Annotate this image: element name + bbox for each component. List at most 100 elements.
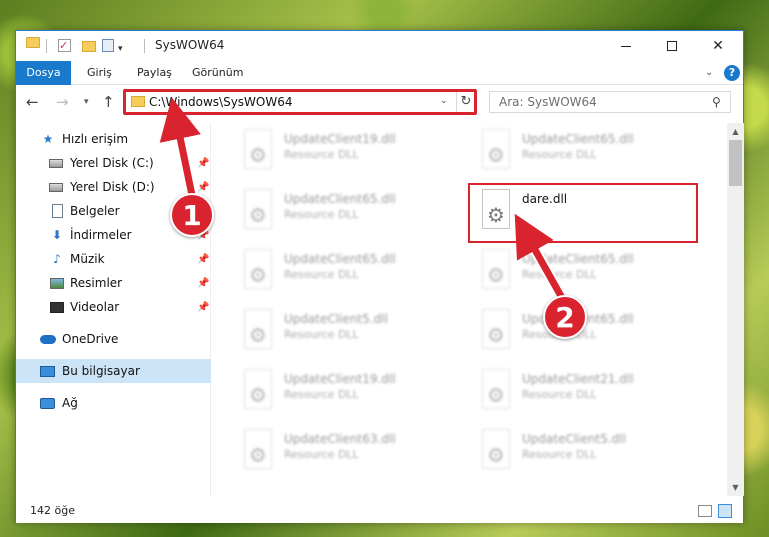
tab-home[interactable]: Giriş xyxy=(79,61,120,85)
file-list: ⚙ UpdateClient19.dll Resource DLL ⚙ Upda… xyxy=(212,123,727,496)
minimize-icon xyxy=(621,45,631,47)
sidebar-item-label: Hızlı erişim xyxy=(62,132,129,146)
sidebar-item-this-pc[interactable]: Bu bilgisayar xyxy=(16,359,211,383)
scroll-thumb[interactable] xyxy=(729,140,742,186)
sidebar-item-label: Yerel Disk (C:) xyxy=(70,156,154,170)
file-item[interactable]: ⚙ UpdateClient65.dll Resource DLL xyxy=(240,189,470,249)
sidebar-item-onedrive[interactable]: OneDrive xyxy=(16,327,211,351)
dll-file-icon: ⚙ xyxy=(240,129,274,171)
search-input[interactable]: Ara: SysWOW64 ⚲ xyxy=(489,91,731,113)
dll-file-icon: ⚙ xyxy=(478,249,512,291)
sidebar-item-label: Bu bilgisayar xyxy=(62,364,140,378)
ribbon-tabs: Dosya Giriş Paylaş Görünüm ⌄ ? xyxy=(16,61,743,85)
pin-icon[interactable]: 📌 xyxy=(197,158,209,169)
title-separator xyxy=(144,39,145,53)
new-folder-icon[interactable] xyxy=(82,41,96,52)
tab-view[interactable]: Görünüm xyxy=(184,61,251,85)
properties-check-icon[interactable]: ✓ xyxy=(58,39,71,52)
sidebar-item-videos[interactable]: Videolar 📌 xyxy=(16,295,211,319)
sidebar-item-label: Müzik xyxy=(70,252,105,266)
documents-icon xyxy=(52,204,63,218)
pin-icon[interactable]: 📌 xyxy=(197,254,209,265)
vertical-scrollbar[interactable]: ▲ ▼ xyxy=(727,123,744,496)
file-name: UpdateClient65.dll xyxy=(284,192,396,206)
up-arrow-icon[interactable]: ↑ xyxy=(102,93,115,111)
minimize-button[interactable] xyxy=(603,31,649,61)
expand-ribbon-chevron-icon[interactable]: ⌄ xyxy=(705,67,713,78)
file-type: Resource DLL xyxy=(284,208,359,221)
file-item[interactable]: ⚙ UpdateClient65.dll Resource DLL xyxy=(478,129,708,189)
file-item[interactable]: ⚙ UpdateClient65.dll Resource DLL xyxy=(240,249,470,309)
tab-file[interactable]: Dosya xyxy=(16,61,71,85)
file-name: UpdateClient19.dll xyxy=(284,372,396,386)
sidebar-item-local-disk-c[interactable]: Yerel Disk (C:) 📌 xyxy=(16,151,211,175)
help-icon[interactable]: ? xyxy=(724,65,740,81)
sidebar-item-music[interactable]: ♪ Müzik 📌 xyxy=(16,247,211,271)
file-type: Resource DLL xyxy=(284,268,359,281)
sidebar-item-label: Belgeler xyxy=(70,204,120,218)
maximize-button[interactable] xyxy=(649,31,695,61)
file-type: Resource DLL xyxy=(284,448,359,461)
properties-icon[interactable] xyxy=(102,39,114,52)
sidebar-item-pictures[interactable]: Resimler 📌 xyxy=(16,271,211,295)
item-count: 142 öğe xyxy=(30,504,75,517)
file-name: UpdateClient21.dll xyxy=(522,372,634,386)
tab-share[interactable]: Paylaş xyxy=(129,61,180,85)
dll-file-icon: ⚙ xyxy=(478,369,512,411)
quick-access-separator xyxy=(46,39,47,53)
file-item[interactable]: ⚙ UpdateClient19.dll Resource DLL xyxy=(240,129,470,189)
sidebar-item-quick-access[interactable]: ★ Hızlı erişim xyxy=(16,127,211,151)
music-icon: ♪ xyxy=(53,252,61,266)
sidebar-item-network[interactable]: Ağ xyxy=(16,391,211,415)
dll-file-icon: ⚙ xyxy=(240,249,274,291)
customize-toolbar-chevron-icon[interactable]: ▾ xyxy=(118,40,123,58)
file-type: Resource DLL xyxy=(284,328,359,341)
file-name: UpdateClient65.dll xyxy=(284,252,396,266)
file-name: UpdateClient63.dll xyxy=(284,432,396,446)
scroll-down-arrow-icon[interactable]: ▼ xyxy=(727,479,744,496)
dll-file-icon: ⚙ xyxy=(240,189,274,231)
recent-locations-chevron-icon[interactable]: ▾ xyxy=(84,97,89,107)
star-icon: ★ xyxy=(42,132,54,146)
back-arrow-icon[interactable]: ← xyxy=(26,93,39,111)
pictures-icon xyxy=(50,277,64,289)
network-icon xyxy=(40,397,55,409)
file-item[interactable]: ⚙ UpdateClient63.dll Resource DLL xyxy=(240,429,470,489)
scroll-up-arrow-icon[interactable]: ▲ xyxy=(727,123,744,140)
large-icons-view-icon[interactable] xyxy=(718,504,732,518)
pin-icon[interactable]: 📌 xyxy=(197,278,209,289)
file-name: UpdateClient65.dll xyxy=(522,132,634,146)
drive-icon xyxy=(49,182,63,192)
dll-file-icon: ⚙ xyxy=(478,309,512,351)
forward-arrow-icon[interactable]: → xyxy=(56,93,69,111)
close-button[interactable]: ✕ xyxy=(695,31,741,61)
search-placeholder: Ara: SysWOW64 xyxy=(499,95,597,109)
sidebar-item-label: Resimler xyxy=(70,276,123,290)
file-highlight-box xyxy=(468,183,698,243)
file-name: UpdateClient19.dll xyxy=(284,132,396,146)
file-item[interactable]: ⚙ UpdateClient5.dll Resource DLL xyxy=(478,429,708,489)
navigation-bar: ← → ▾ ↑ C:\Windows\SysWOW64 ⌄ ↻ Ara: Sys… xyxy=(16,87,743,117)
explorer-window: ✓ ▾ SysWOW64 ✕ Dosya Giriş Paylaş Görünü… xyxy=(15,30,744,523)
search-icon[interactable]: ⚲ xyxy=(712,95,721,109)
pin-icon[interactable]: 📌 xyxy=(197,182,209,193)
dll-file-icon: ⚙ xyxy=(240,429,274,471)
step-1-badge: 1 xyxy=(170,193,214,237)
dll-file-icon: ⚙ xyxy=(240,309,274,351)
folder-icon[interactable] xyxy=(26,37,40,48)
file-item[interactable]: ⚙ UpdateClient65.dll Resource DLL xyxy=(478,249,708,309)
file-item[interactable]: ⚙ UpdateClient21.dll Resource DLL xyxy=(478,369,708,429)
close-icon: ✕ xyxy=(712,38,724,54)
file-item[interactable]: ⚙ UpdateClient5.dll Resource DLL xyxy=(240,309,470,369)
downloads-icon: ⬇ xyxy=(51,228,63,242)
drive-icon xyxy=(49,158,63,168)
address-bar-highlight xyxy=(123,89,477,115)
details-view-icon[interactable] xyxy=(698,505,712,517)
file-name: UpdateClient65.dll xyxy=(522,252,634,266)
file-item[interactable]: ⚙ UpdateClient19.dll Resource DLL xyxy=(240,369,470,429)
videos-icon xyxy=(50,301,64,313)
file-item[interactable]: ⚙ UpdateClient65.dll Resource DLL xyxy=(478,309,708,369)
file-type: Resource DLL xyxy=(522,268,597,281)
pin-icon[interactable]: 📌 xyxy=(197,302,209,313)
file-name: UpdateClient5.dll xyxy=(284,312,388,326)
